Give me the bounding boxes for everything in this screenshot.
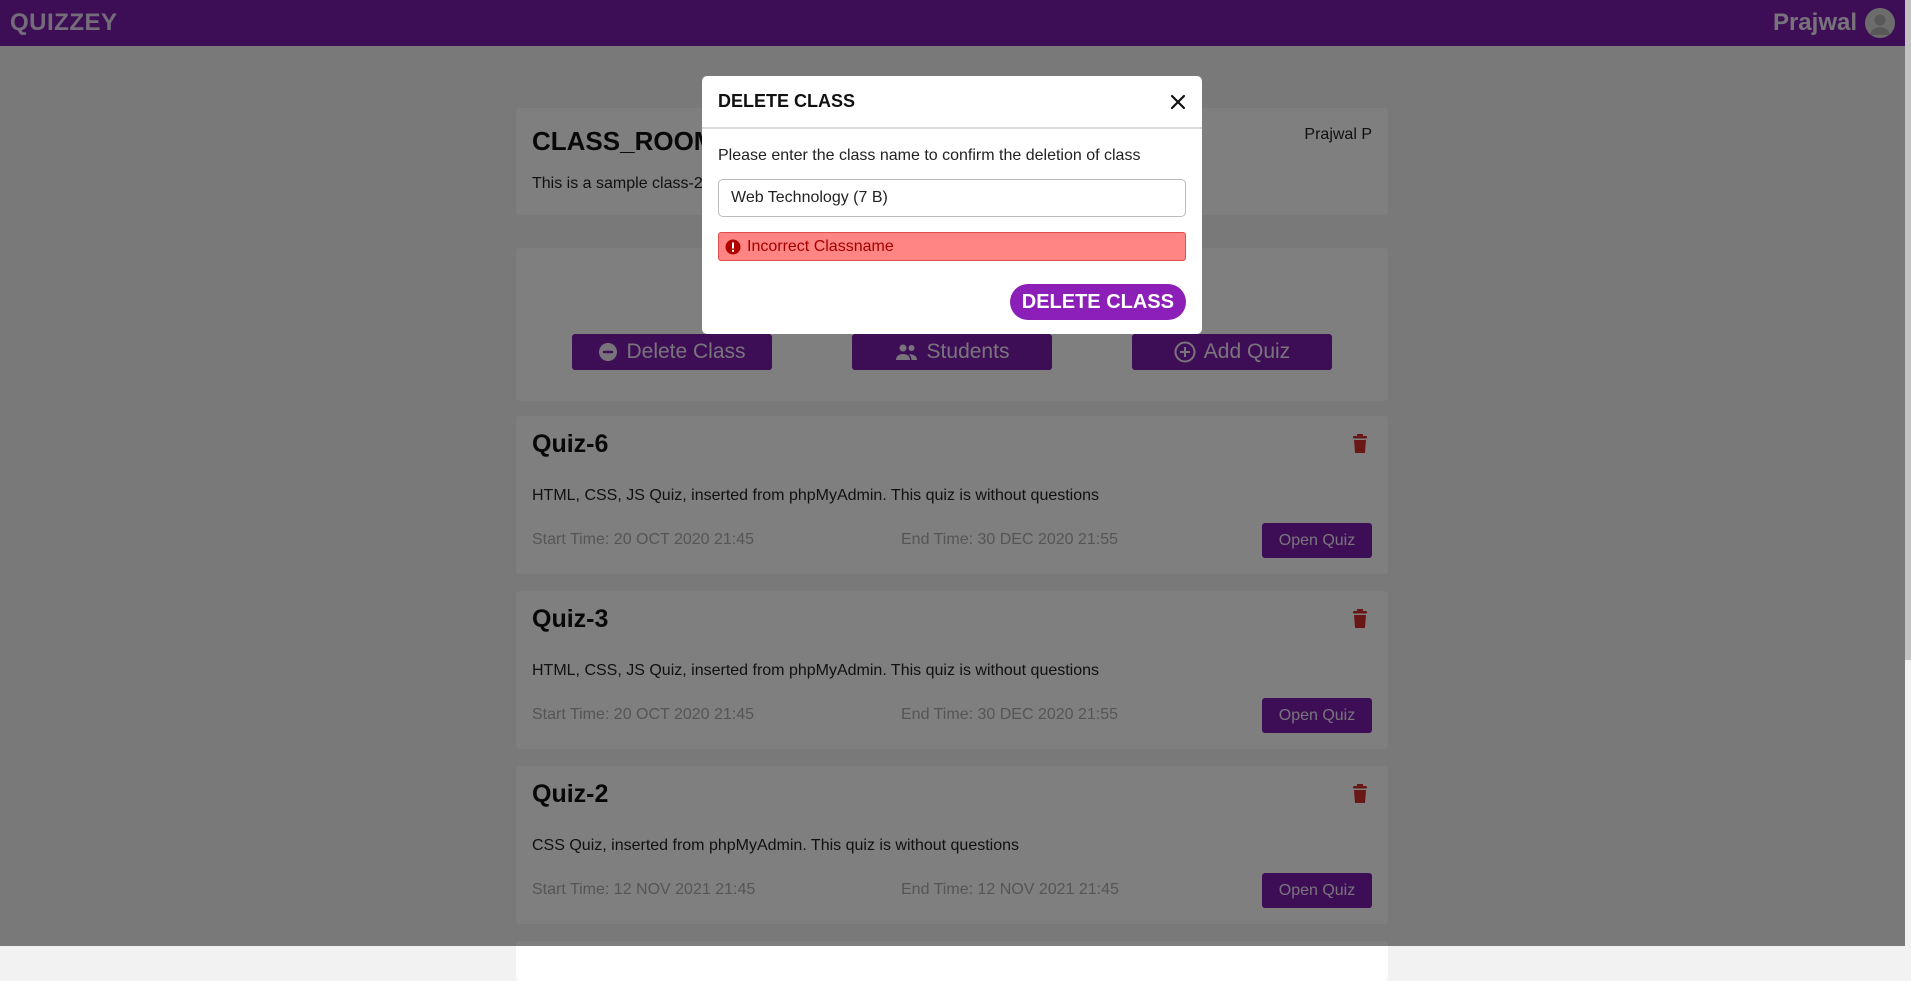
modal-header: DELETE CLASS (702, 76, 1202, 129)
confirm-prompt: Please enter the class name to confirm t… (718, 147, 1141, 164)
error-message: Incorrect Classname (718, 232, 1186, 261)
modal-title: DELETE CLASS (718, 91, 856, 111)
scrollbar-thumb[interactable] (1905, 0, 1911, 660)
error-icon (725, 239, 741, 254)
delete-class-modal: DELETE CLASS Please enter the class name… (702, 76, 1202, 334)
confirm-delete-class-button[interactable]: DELETE CLASS (1009, 284, 1186, 320)
modal-body: Please enter the class name to confirm t… (702, 129, 1202, 277)
classname-input[interactable] (718, 179, 1186, 217)
error-text: Incorrect Classname (747, 237, 894, 255)
quiz-card (516, 941, 1388, 981)
scrollbar[interactable] (1905, 0, 1911, 946)
close-icon[interactable] (1170, 94, 1186, 110)
